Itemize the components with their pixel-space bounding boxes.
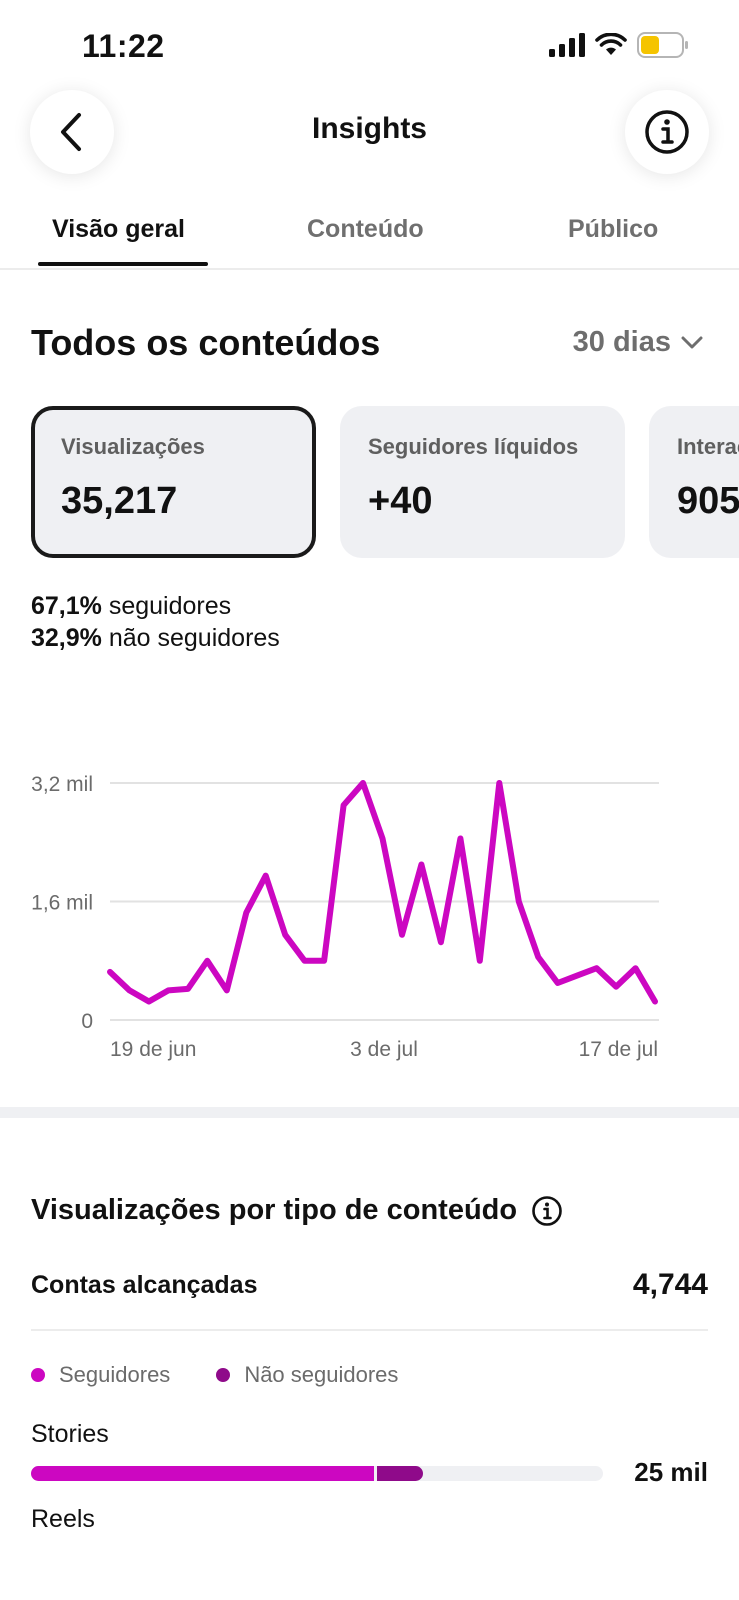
stories-bar-followers bbox=[31, 1466, 375, 1481]
period-label: 30 dias bbox=[572, 326, 671, 358]
metric-card-views[interactable]: Visualizações 35,217 bbox=[31, 406, 316, 558]
section-divider bbox=[0, 1107, 739, 1118]
metric-card-net-followers[interactable]: Seguidores líquidos +40 bbox=[340, 406, 625, 558]
section-title: Todos os conteúdos bbox=[31, 322, 381, 363]
info-icon[interactable] bbox=[531, 1195, 563, 1227]
metric-label: Seguidores líquidos bbox=[368, 434, 579, 459]
views-series-line[interactable] bbox=[107, 780, 658, 1005]
metric-value: 35,217 bbox=[61, 480, 178, 522]
legend: Seguidores Não seguidores bbox=[31, 1362, 398, 1388]
content-row-label-reels: Reels bbox=[31, 1505, 95, 1533]
content-row-label-stories: Stories bbox=[31, 1420, 109, 1448]
divider bbox=[31, 1329, 708, 1331]
period-selector[interactable]: 30 dias bbox=[573, 326, 703, 359]
legend-dot bbox=[31, 1368, 45, 1382]
active-tab-indicator bbox=[38, 262, 208, 266]
battery-icon bbox=[637, 32, 688, 58]
y-tick-label: 3,2 mil bbox=[31, 773, 93, 796]
tab-content[interactable]: Conteúdo bbox=[307, 215, 424, 244]
accounts-reached-label: Contas alcançadas bbox=[31, 1271, 258, 1299]
y-tick-label: 1,6 mil bbox=[31, 892, 93, 915]
info-button[interactable] bbox=[625, 90, 709, 174]
metric-label: Visualizações bbox=[61, 434, 205, 459]
follower-split: 67,1% seguidores 32,9% não seguidores bbox=[31, 590, 280, 654]
accounts-reached-value: 4,744 bbox=[632, 1268, 708, 1301]
split-followers: 67,1% seguidores bbox=[31, 592, 232, 620]
y-tick-label: 0 bbox=[81, 1010, 93, 1033]
legend-label: Seguidores bbox=[59, 1362, 171, 1387]
wifi-icon bbox=[595, 33, 627, 55]
legend-label: Não seguidores bbox=[244, 1362, 399, 1387]
tab-audience[interactable]: Público bbox=[568, 215, 658, 244]
navigation-bar: Insights bbox=[0, 90, 739, 200]
status-icons bbox=[549, 32, 689, 58]
x-tick-label: 19 de jun bbox=[110, 1038, 196, 1061]
content-type-title-text: Visualizações por tipo de conteúdo bbox=[31, 1194, 518, 1226]
metric-value: +40 bbox=[368, 480, 433, 522]
status-time: 11:22 bbox=[82, 28, 165, 64]
stories-bar-non-followers bbox=[377, 1466, 423, 1481]
metric-value: 905 bbox=[677, 480, 739, 522]
split-non-followers: 32,9% não seguidores bbox=[31, 624, 280, 652]
x-tick-label: 17 de jul bbox=[579, 1038, 658, 1061]
x-tick-label: 3 de jul bbox=[350, 1038, 418, 1061]
tab-bar: Visão geral Conteúdo Público bbox=[0, 205, 739, 270]
content-type-title: Visualizações por tipo de conteúdo bbox=[31, 1194, 563, 1227]
metric-card-interactions[interactable]: Interações 905 bbox=[649, 406, 739, 558]
signal-icon bbox=[549, 33, 585, 57]
views-line-chart[interactable]: 3,2 mil 1,6 mil 0 19 de jun 3 de jul 17 de ju… bbox=[0, 740, 739, 1070]
legend-dot bbox=[216, 1368, 231, 1382]
legend-item-followers: Seguidores bbox=[31, 1362, 170, 1388]
legend-item-non-followers: Não seguidores bbox=[216, 1362, 398, 1388]
tab-overview[interactable]: Visão geral bbox=[52, 215, 185, 244]
chevron-down-icon bbox=[681, 336, 703, 348]
status-bar: 11:22 bbox=[0, 0, 739, 90]
info-icon bbox=[645, 110, 689, 154]
stories-value: 25 mil bbox=[634, 1457, 708, 1487]
stories-bar[interactable] bbox=[31, 1466, 603, 1481]
metric-label: Interações bbox=[677, 434, 739, 459]
